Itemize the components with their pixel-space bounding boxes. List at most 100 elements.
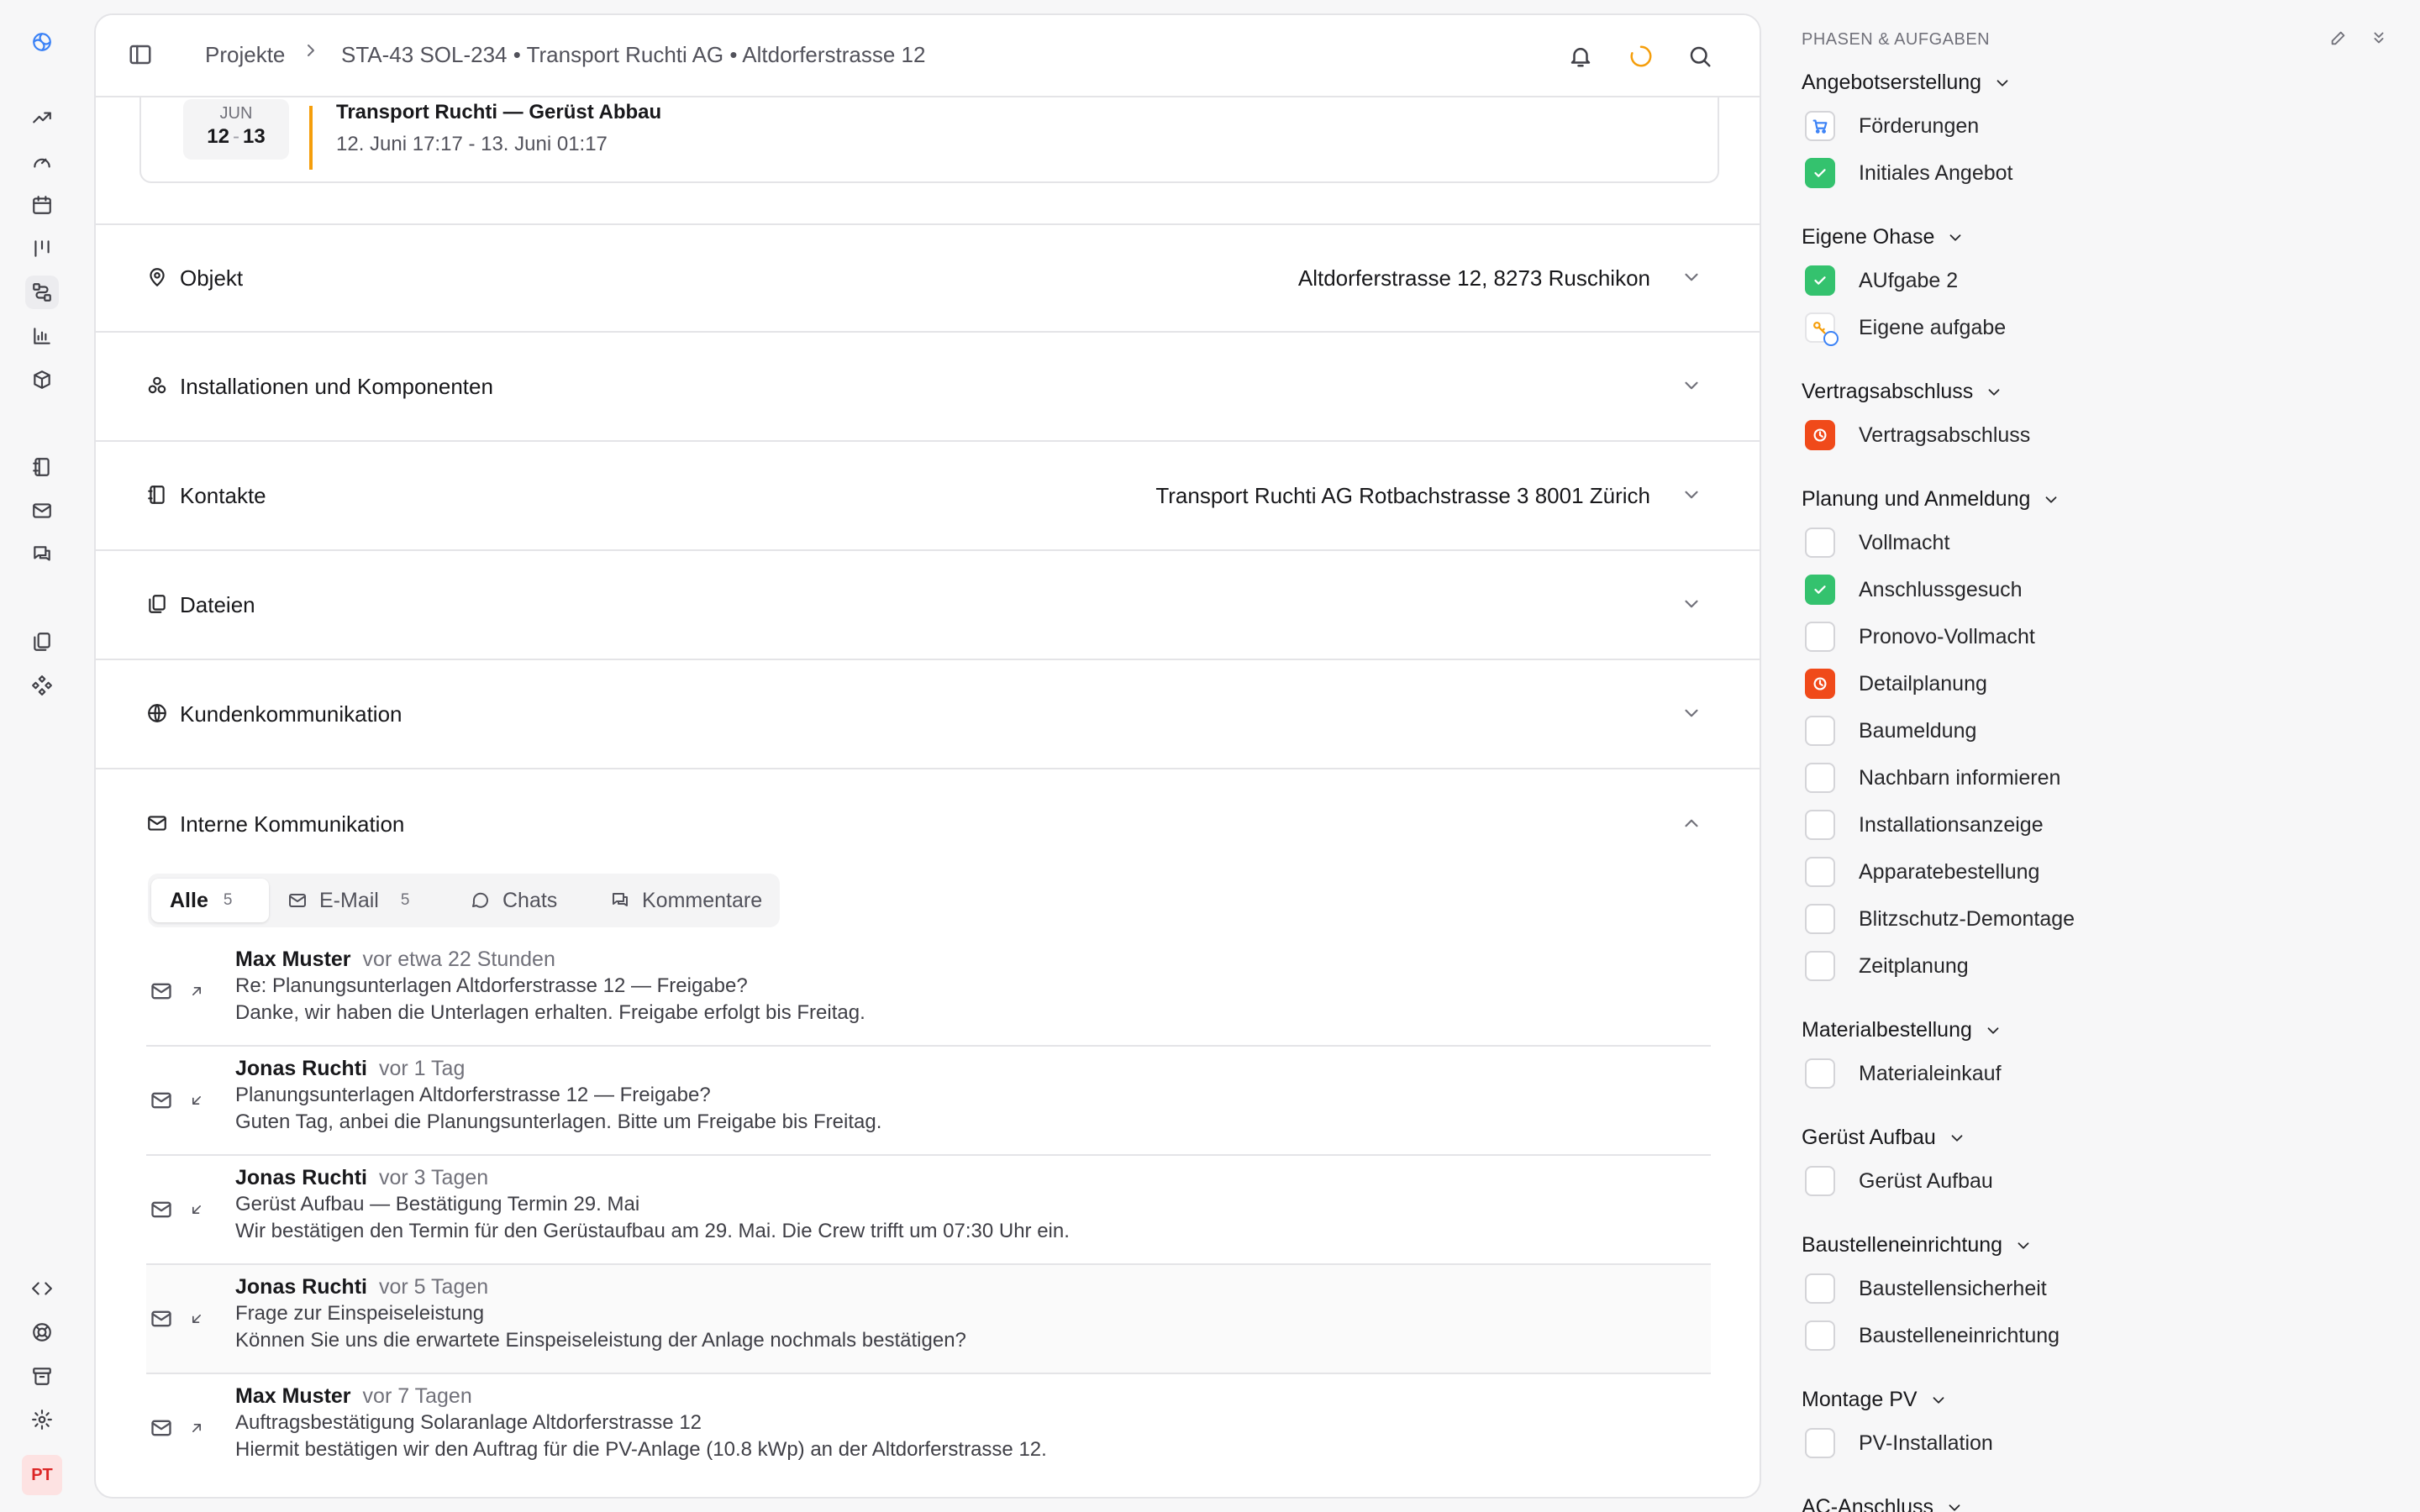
calendar-icon[interactable] (25, 188, 59, 222)
task-item[interactable]: Baumeldung (1805, 714, 1976, 748)
code-icon[interactable] (25, 1272, 59, 1305)
task-checkbox[interactable] (1805, 810, 1835, 840)
task-checkbox[interactable] (1805, 1273, 1835, 1304)
task-item[interactable]: Eigene aufgabe (1805, 311, 2006, 346)
task-checkbox[interactable] (1805, 904, 1835, 934)
task-item[interactable]: Materialeinkauf (1805, 1057, 2002, 1090)
task-item[interactable]: Detailplanung (1805, 667, 1987, 701)
message-row[interactable]: Max Muster vor 7 Tagen Auftragsbestätigun… (146, 1374, 1711, 1483)
task-checkbox[interactable] (1805, 622, 1835, 652)
chevron-down-icon[interactable] (1948, 1129, 1966, 1147)
task-checkbox[interactable] (1805, 265, 1835, 296)
task-item[interactable]: Installationsanzeige (1805, 808, 2044, 842)
user-avatar[interactable]: PT (22, 1455, 62, 1495)
task-checkbox[interactable] (1805, 111, 1835, 141)
chevron-down-icon[interactable] (1681, 593, 1704, 617)
task-checkbox[interactable] (1805, 763, 1835, 793)
task-checkbox[interactable] (1805, 716, 1835, 746)
components-icon[interactable] (25, 669, 59, 702)
task-item[interactable]: Baustellensicherheit (1805, 1272, 2047, 1305)
task-checkbox[interactable] (1805, 1058, 1835, 1089)
phase-header[interactable]: Materialbestellung (1802, 1018, 2002, 1042)
chevron-down-icon[interactable] (1984, 1021, 2002, 1040)
breadcrumb-project[interactable]: STA-43 SOL-234 • Transport Ruchti AG • A… (341, 42, 925, 68)
task-checkbox[interactable] (1805, 158, 1835, 188)
message-row[interactable]: Jonas Ruchti vor 3 Tagen Gerüst Aufbau — … (146, 1156, 1711, 1265)
phase-header[interactable]: Gerüst Aufbau (1802, 1126, 1966, 1150)
package-icon[interactable] (25, 363, 59, 396)
task-checkbox[interactable] (1805, 575, 1835, 605)
chevron-up-icon[interactable] (1681, 812, 1704, 836)
task-item[interactable]: PV-Installation (1805, 1426, 1993, 1460)
archive-icon[interactable] (25, 1359, 59, 1393)
section-objekt[interactable]: Objekt Altdorferstrasse 12, 8273 Ruschik… (96, 223, 1760, 333)
task-item[interactable]: Initiales Angebot (1805, 156, 2012, 190)
task-item[interactable]: Förderungen (1805, 109, 1979, 143)
search-icon[interactable] (1684, 40, 1716, 72)
phase-header[interactable]: Planung und Anmeldung (1802, 487, 2060, 512)
task-checkbox[interactable] (1805, 1320, 1835, 1351)
tab-alle[interactable]: Alle 5 (151, 879, 269, 922)
gauge-icon[interactable] (25, 144, 59, 178)
tab-email[interactable]: E-Mail 5 (287, 879, 409, 922)
task-item[interactable]: Blitzschutz-Demontage (1805, 902, 2075, 936)
workflow-icon[interactable] (25, 276, 59, 309)
chevron-down-icon[interactable] (1945, 1499, 1964, 1512)
task-checkbox[interactable] (1805, 312, 1839, 346)
pencil-icon[interactable] (2329, 29, 2353, 52)
phase-header[interactable]: Baustelleneinrichtung (1802, 1233, 2033, 1257)
phase-header[interactable]: AC-Anschluss (1802, 1495, 1964, 1512)
logo-icon[interactable] (25, 25, 59, 59)
files-icon[interactable] (25, 625, 59, 659)
task-item[interactable]: Pronovo-Vollmacht (1805, 620, 2035, 654)
breadcrumb-root[interactable]: Projekte (205, 42, 285, 68)
task-item[interactable]: Zeitplanung (1805, 949, 1969, 983)
kanban-icon[interactable] (25, 232, 59, 265)
chevron-down-icon[interactable] (2042, 491, 2060, 509)
chevron-down-icon[interactable] (1681, 266, 1704, 290)
chevron-down-icon[interactable] (1681, 375, 1704, 398)
chevron-down-icon[interactable] (1681, 702, 1704, 726)
tab-kommentare[interactable]: Kommentare (610, 879, 762, 922)
task-checkbox[interactable] (1805, 1166, 1835, 1196)
notebook-icon[interactable] (25, 450, 59, 484)
phase-header[interactable]: Eigene Ohase (1802, 225, 1965, 249)
task-item[interactable]: Vertragsabschluss (1805, 418, 2030, 452)
phase-header[interactable]: Vertragsabschluss (1802, 380, 2003, 404)
support-icon[interactable] (25, 1315, 59, 1349)
task-item[interactable]: Nachbarn informieren (1805, 761, 2060, 795)
task-checkbox[interactable] (1805, 1428, 1835, 1458)
chevron-down-icon[interactable] (1993, 74, 2012, 92)
task-item[interactable]: Anschlussgesuch (1805, 573, 2023, 606)
task-checkbox[interactable] (1805, 669, 1835, 699)
trending-icon[interactable] (25, 101, 59, 134)
task-item[interactable]: AUfgabe 2 (1805, 264, 1958, 297)
phase-header[interactable]: Angebotserstellung (1802, 71, 2012, 95)
mail-icon[interactable] (25, 494, 59, 528)
task-checkbox[interactable] (1805, 857, 1835, 887)
settings-icon[interactable] (25, 1403, 59, 1436)
sidebar-toggle-icon[interactable] (128, 42, 156, 71)
messages-icon[interactable] (25, 538, 59, 571)
task-item[interactable]: Vollmacht (1805, 526, 1949, 559)
bar-chart-icon[interactable] (25, 319, 59, 353)
collapse-all-icon[interactable] (2370, 29, 2393, 52)
task-checkbox[interactable] (1805, 951, 1835, 981)
bell-icon[interactable] (1565, 40, 1597, 72)
tab-chats[interactable]: Chats (471, 879, 557, 922)
chevron-down-icon[interactable] (1929, 1391, 1948, 1410)
task-item[interactable]: Gerüst Aufbau (1805, 1164, 1993, 1198)
task-checkbox[interactable] (1805, 528, 1835, 558)
section-installationen[interactable]: Installationen und Komponenten (96, 333, 1760, 442)
message-row[interactable]: Jonas Ruchti vor 1 Tag Planungsunterlagen… (146, 1047, 1711, 1156)
task-checkbox[interactable] (1805, 420, 1835, 450)
phase-header[interactable]: Montage PV (1802, 1388, 1948, 1412)
task-item[interactable]: Apparatebestellung (1805, 855, 2039, 889)
section-kontakte[interactable]: Kontakte Transport Ruchti AG Rotbachstra… (96, 442, 1760, 551)
section-kundenkommunikation[interactable]: Kundenkommunikation (96, 660, 1760, 769)
chevron-down-icon[interactable] (2014, 1236, 2033, 1255)
section-interne-kommunikation[interactable]: Interne Kommunikation (96, 769, 1760, 879)
chevron-down-icon[interactable] (1946, 228, 1965, 247)
chevron-down-icon[interactable] (1985, 383, 2003, 402)
message-row[interactable]: Jonas Ruchti vor 5 Tagen Frage zur Einspe… (146, 1265, 1711, 1374)
